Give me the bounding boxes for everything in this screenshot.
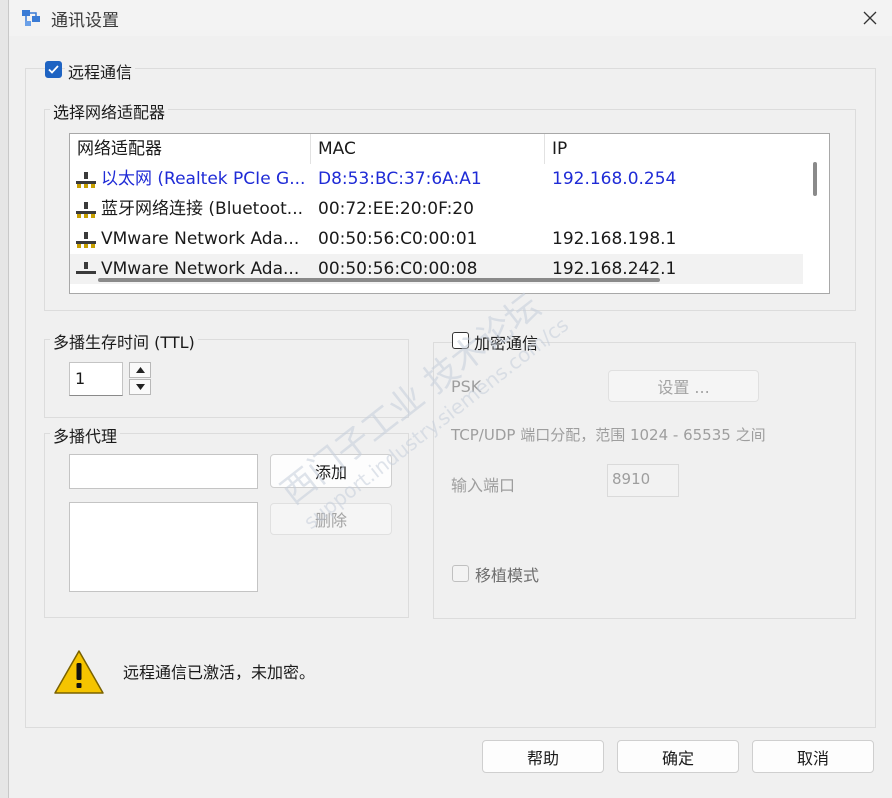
warning-icon: [54, 650, 104, 694]
column-header-ip[interactable]: IP: [545, 134, 803, 164]
adapter-ip: [552, 194, 792, 224]
vertical-scrollbar[interactable]: [813, 162, 817, 196]
adapter-mac: 00:50:56:C0:00:01: [318, 229, 478, 249]
ok-button[interactable]: 确定: [617, 740, 739, 773]
adapter-mac: 00:72:EE:20:0F:20: [318, 199, 474, 219]
adapter-ip: 192.168.198.1: [552, 229, 677, 249]
network-adapter-icon: [76, 202, 96, 218]
close-button[interactable]: [847, 0, 892, 36]
encrypted-communication-checkbox[interactable]: [452, 332, 469, 349]
title-bar[interactable]: 通讯设置: [9, 0, 892, 36]
ttl-decrement-button[interactable]: [129, 379, 151, 395]
arrow-down-icon: [135, 384, 145, 390]
legacy-mode-label[interactable]: 移植模式: [475, 562, 539, 586]
network-settings-icon: [20, 7, 42, 29]
network-adapter-icon: [76, 232, 96, 248]
multicast-proxy-label: 多播代理: [50, 423, 121, 447]
ttl-label: 多播生存时间 (TTL): [50, 329, 198, 353]
checkmark-icon: [48, 65, 59, 74]
adapter-mac: D8:53:BC:37:6A:A1: [318, 169, 482, 189]
psk-settings-button[interactable]: 设置 ...: [608, 370, 759, 402]
legacy-mode-checkbox[interactable]: [452, 565, 469, 582]
close-icon: [863, 11, 877, 25]
table-row[interactable]: 蓝牙网络连接 (Bluetoot... 00:72:EE:20:0F:20: [70, 194, 803, 224]
input-port-label: 输入端口: [451, 476, 516, 495]
adapter-name: VMware Network Ada...: [101, 229, 300, 249]
table-row[interactable]: 以太网 (Realtek PCIe G... D8:53:BC:37:6A:A1…: [70, 164, 803, 194]
status-message: 远程通信已激活，未加密。: [123, 663, 316, 682]
horizontal-scrollbar[interactable]: [98, 278, 660, 282]
table-row[interactable]: VMware Network Ada... 00:50:56:C0:00:01 …: [70, 224, 803, 254]
proxy-address-input[interactable]: [69, 454, 258, 489]
remote-communication-label[interactable]: 远程通信: [65, 59, 136, 83]
adapter-name: 以太网 (Realtek PCIe G...: [101, 169, 306, 189]
help-button[interactable]: 帮助: [482, 740, 604, 773]
background-window-edge: [0, 0, 8, 798]
input-port-field[interactable]: 8910: [607, 464, 679, 497]
adapter-list-header: 网络适配器 MAC IP: [70, 134, 803, 164]
arrow-up-icon: [135, 367, 145, 373]
communication-settings-dialog: 通讯设置 远程通信 选择网络适配器 网络适配器 MAC IP 以太网 (Real…: [8, 0, 892, 798]
adapter-list[interactable]: 网络适配器 MAC IP 以太网 (Realtek PCIe G... D8:5…: [69, 133, 830, 294]
psk-label: PSK: [451, 377, 482, 396]
column-header-mac[interactable]: MAC: [311, 134, 545, 164]
remote-communication-checkbox[interactable]: [45, 61, 62, 78]
add-proxy-button[interactable]: 添加: [270, 454, 392, 488]
encrypted-communication-label[interactable]: 加密通信: [471, 330, 542, 354]
column-header-adapter[interactable]: 网络适配器: [70, 134, 311, 164]
network-adapter-icon: [76, 262, 96, 274]
adapter-group-title: 选择网络适配器: [50, 99, 169, 123]
window-title: 通讯设置: [51, 11, 119, 31]
ttl-input[interactable]: 1: [69, 362, 123, 396]
adapter-name: 蓝牙网络连接 (Bluetoot...: [101, 199, 303, 219]
adapter-ip: 192.168.0.254: [552, 169, 677, 189]
proxy-list[interactable]: [69, 502, 258, 592]
cancel-button[interactable]: 取消: [752, 740, 874, 773]
network-adapter-icon: [76, 172, 96, 188]
ttl-increment-button[interactable]: [129, 362, 151, 378]
delete-proxy-button[interactable]: 删除: [270, 503, 392, 535]
port-range-text: TCP/UDP 端口分配，范围 1024 - 65535 之间: [451, 426, 766, 444]
